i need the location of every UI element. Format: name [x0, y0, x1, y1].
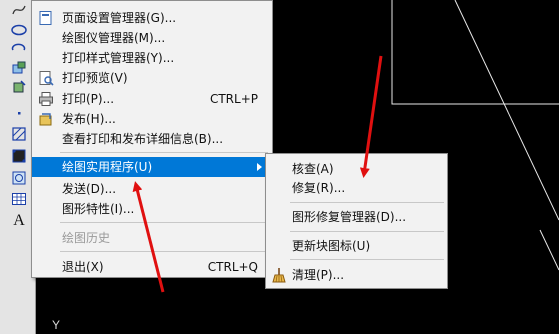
menu-separator [60, 222, 268, 223]
menu-item-drawing-utilities[interactable]: 绘图实用程序(U) [32, 157, 272, 177]
menu-item-label: 打印预览(V) [62, 71, 128, 85]
menu-item-shortcut: CTRL+Q [207, 260, 258, 274]
submenu-item-label: 核查(A) [292, 162, 334, 176]
menu-item-shortcut: CTRL+P [209, 92, 258, 106]
menu-item-send[interactable]: 发送(D)... [32, 179, 272, 199]
menu-item-label: 查看打印和发布详细信息(B)... [62, 132, 224, 146]
submenu-item-drawing-recovery-manager[interactable]: 图形修复管理器(D)... [266, 207, 447, 227]
ucs-y-label: Y [52, 318, 61, 332]
submenu-item-label: 修复(R)... [292, 181, 346, 195]
menu-separator [290, 231, 444, 232]
menu-item-label: 绘图仪管理器(M)... [62, 31, 166, 45]
ellipse-icon[interactable] [10, 22, 28, 38]
menu-item-publish[interactable]: 发布(H)... [32, 109, 272, 129]
menu-item-plot[interactable]: 打印(P)... CTRL+P [32, 89, 272, 109]
menu-item-label: 页面设置管理器(G)... [62, 11, 177, 25]
printer-icon [39, 92, 53, 106]
spline-icon[interactable] [10, 2, 28, 18]
menu-item-page-setup-manager[interactable]: 页面设置管理器(G)... [32, 8, 272, 28]
submenu-item-update-block-icons[interactable]: 更新块图标(U) [266, 236, 447, 256]
submenu-arrow-icon [257, 163, 262, 171]
menu-item-label: 发送(D)... [62, 182, 117, 196]
insert-block-icon[interactable] [10, 60, 28, 76]
menu-separator [60, 251, 268, 252]
menu-item-plot-style-manager[interactable]: 打印样式管理器(Y)... [32, 48, 272, 68]
menu-separator [290, 202, 444, 203]
ellipse-arc-icon[interactable] [10, 41, 28, 57]
menu-item-exit[interactable]: 退出(X) CTRL+Q [32, 257, 272, 277]
menu-separator [290, 259, 444, 260]
make-block-icon[interactable] [10, 79, 28, 95]
submenu-item-label: 更新块图标(U) [292, 239, 371, 253]
submenu-item-audit[interactable]: 核查(A) [266, 159, 447, 179]
menu-item-label: 绘图实用程序(U) [62, 160, 153, 174]
submenu-item-label: 清理(P)... [292, 268, 345, 282]
page-setup-icon [39, 11, 52, 25]
hatch-icon[interactable] [10, 126, 28, 142]
menu-separator [60, 152, 268, 153]
table-icon[interactable] [10, 191, 28, 207]
menu-item-label: 图形特性(I)... [62, 202, 135, 216]
menu-item-label: 打印(P)... [62, 92, 115, 106]
menu-item-label: 打印样式管理器(Y)... [62, 51, 175, 65]
drawing-utilities-submenu: 核查(A) 修复(R)... 图形修复管理器(D)... 更新块图标(U) 清理… [265, 153, 448, 289]
menu-item-drawing-history: 绘图历史 [32, 228, 272, 248]
publish-icon [39, 113, 52, 126]
gradient-icon[interactable] [10, 148, 28, 164]
submenu-item-purge[interactable]: 清理(P)... [266, 265, 447, 285]
menu-item-label: 绘图历史 [62, 231, 111, 245]
menu-item-plotter-manager[interactable]: 绘图仪管理器(M)... [32, 28, 272, 48]
menu-item-label: 退出(X) [62, 260, 104, 274]
multiline-text-icon[interactable]: A [10, 212, 28, 229]
submenu-item-recover[interactable]: 修复(R)... [266, 178, 447, 198]
point-icon[interactable] [10, 105, 28, 121]
submenu-item-label: 图形修复管理器(D)... [292, 210, 407, 224]
purge-icon [272, 268, 286, 283]
menu-item-plot-preview[interactable]: 打印预览(V) [32, 68, 272, 88]
menu-item-view-plot-details[interactable]: 查看打印和发布详细信息(B)... [32, 129, 272, 149]
menu-item-drawing-properties[interactable]: 图形特性(I)... [32, 199, 272, 219]
file-menu: 页面设置管理器(G)... 绘图仪管理器(M)... 打印样式管理器(Y)...… [31, 0, 273, 278]
preview-icon [39, 71, 54, 86]
menu-item-label: 发布(H)... [62, 112, 116, 126]
region-icon[interactable] [10, 170, 28, 186]
